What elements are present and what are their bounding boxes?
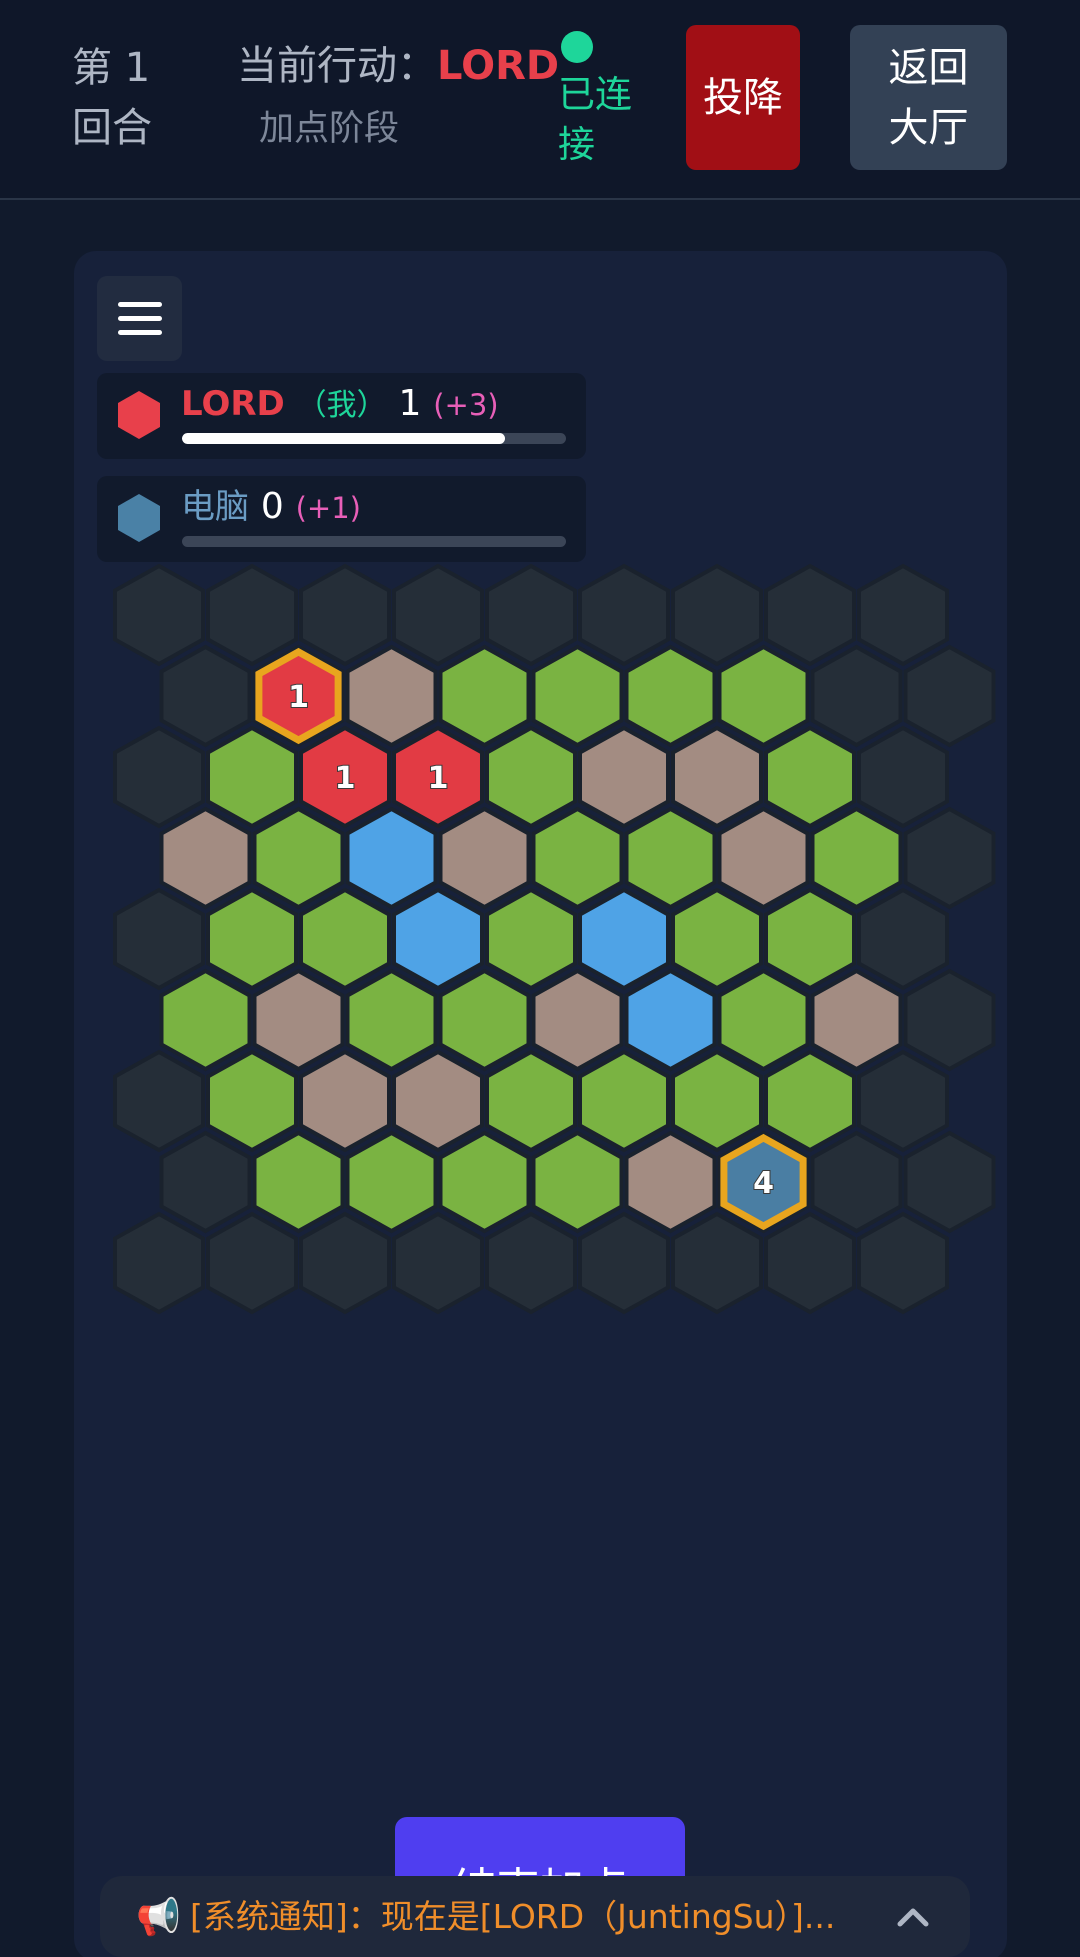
hex-cell-grass[interactable] xyxy=(159,968,252,1072)
hex-cell-grass[interactable] xyxy=(624,644,717,748)
hex-cell-grass[interactable] xyxy=(531,806,624,910)
hex-cell-stone[interactable] xyxy=(252,968,345,1072)
hex-cell-empty[interactable] xyxy=(113,725,205,829)
hex-cell-empty[interactable] xyxy=(671,563,763,667)
hex-cell-grass[interactable] xyxy=(345,968,438,1072)
hex-cell-empty[interactable] xyxy=(206,563,298,667)
hex-cell-empty[interactable] xyxy=(671,1211,763,1315)
hex-cell-empty[interactable] xyxy=(113,1049,205,1153)
hex-cell-empty[interactable] xyxy=(578,1211,670,1315)
hex-cell-grass[interactable] xyxy=(252,1130,345,1234)
hex-cell-empty[interactable] xyxy=(764,563,856,667)
hex-cell-grass[interactable] xyxy=(578,1049,670,1153)
hex-cell-grass[interactable] xyxy=(764,725,856,829)
hex-cell-grass[interactable] xyxy=(671,887,763,991)
hex-cell-grass[interactable] xyxy=(810,806,903,910)
hex-cell-empty[interactable] xyxy=(299,1211,391,1315)
hex-cell-grass[interactable] xyxy=(438,1130,531,1234)
hex-cell-grass[interactable] xyxy=(206,887,298,991)
hex-cell-empty[interactable] xyxy=(392,563,484,667)
system-notice-text: [系统通知]：现在是[LORD（JuntingSu）]... xyxy=(190,1897,836,1936)
hex-cell-stone[interactable] xyxy=(717,806,810,910)
hex-cell-empty[interactable] xyxy=(857,887,949,991)
hex-cell-grass[interactable] xyxy=(531,1130,624,1234)
hex-board[interactable]: 1 1 1 4 xyxy=(0,0,1080,1957)
hex-cell-empty[interactable] xyxy=(206,1211,298,1315)
chevron-up-icon[interactable] xyxy=(896,1900,930,1934)
hex-cell-empty[interactable] xyxy=(485,563,577,667)
hex-troop-count: 1 xyxy=(288,680,309,715)
hex-cell-stone[interactable] xyxy=(624,1130,717,1234)
hex-cell-empty[interactable] xyxy=(159,644,252,748)
hex-cell-empty[interactable] xyxy=(903,1130,996,1234)
hex-cell-grass[interactable] xyxy=(485,725,577,829)
hex-cell-stone[interactable] xyxy=(438,806,531,910)
hex-cell-grass[interactable] xyxy=(345,1130,438,1234)
hex-cell-stone[interactable] xyxy=(299,1049,391,1153)
hex-cell-empty[interactable] xyxy=(299,563,391,667)
hex-cell-grass[interactable] xyxy=(299,887,391,991)
hex-cell-empty[interactable] xyxy=(903,644,996,748)
hex-cell-grass[interactable] xyxy=(485,887,577,991)
hex-cell-grass[interactable] xyxy=(206,1049,298,1153)
hex-cell-stone[interactable] xyxy=(810,968,903,1072)
hex-cell-stone[interactable] xyxy=(671,725,763,829)
hex-cell-empty[interactable] xyxy=(857,725,949,829)
game-screen: 第 1 回合 当前行动：LORD 加点阶段 已连接 投降 返回大厅 LORD （… xyxy=(0,0,1080,1957)
hex-cell-water[interactable] xyxy=(578,887,670,991)
hex-cell-empty[interactable] xyxy=(578,563,670,667)
hex-cell-stone[interactable] xyxy=(531,968,624,1072)
hex-cell-grass[interactable] xyxy=(717,644,810,748)
hex-cell-grass[interactable] xyxy=(438,644,531,748)
hex-cell-empty[interactable] xyxy=(764,1211,856,1315)
megaphone-icon: 📢 xyxy=(136,1897,181,1938)
hex-cell-water[interactable] xyxy=(392,887,484,991)
hex-cell-water[interactable] xyxy=(345,806,438,910)
hex-cell-empty[interactable] xyxy=(857,1049,949,1153)
hex-cell-empty[interactable] xyxy=(810,1130,903,1234)
hex-cell-stone[interactable] xyxy=(345,644,438,748)
hex-cell-empty[interactable] xyxy=(810,644,903,748)
hex-troop-count: 1 xyxy=(335,761,356,796)
hex-cell-grass[interactable] xyxy=(717,968,810,1072)
hex-cell-grass[interactable] xyxy=(252,806,345,910)
hex-cell-empty[interactable] xyxy=(159,1130,252,1234)
system-notice-bar[interactable]: 📢 [系统通知]：现在是[LORD（JuntingSu）]... xyxy=(100,1876,970,1957)
hex-cell-empty[interactable] xyxy=(113,1211,205,1315)
hex-cell-stone[interactable] xyxy=(578,725,670,829)
hex-cell-empty[interactable] xyxy=(903,806,996,910)
hex-troop-count: 4 xyxy=(753,1166,774,1201)
hex-cell-water[interactable] xyxy=(624,968,717,1072)
hex-cell-grass[interactable] xyxy=(764,887,856,991)
hex-cell-grass[interactable] xyxy=(438,968,531,1072)
hex-cell-grass[interactable] xyxy=(671,1049,763,1153)
hex-cell-empty[interactable] xyxy=(857,563,949,667)
hex-cell-grass[interactable] xyxy=(485,1049,577,1153)
hex-cell-empty[interactable] xyxy=(392,1211,484,1315)
hex-troop-count: 1 xyxy=(428,761,449,796)
hex-cell-grass[interactable] xyxy=(531,644,624,748)
hex-cell-stone[interactable] xyxy=(392,1049,484,1153)
hex-cell-empty[interactable] xyxy=(857,1211,949,1315)
hex-cell-empty[interactable] xyxy=(113,887,205,991)
hex-cell-stone[interactable] xyxy=(159,806,252,910)
hex-cell-grass[interactable] xyxy=(624,806,717,910)
hex-cell-empty[interactable] xyxy=(485,1211,577,1315)
hex-cell-empty[interactable] xyxy=(903,968,996,1072)
hex-cell-empty[interactable] xyxy=(113,563,205,667)
hex-cell-grass[interactable] xyxy=(206,725,298,829)
hex-cell-grass[interactable] xyxy=(764,1049,856,1153)
